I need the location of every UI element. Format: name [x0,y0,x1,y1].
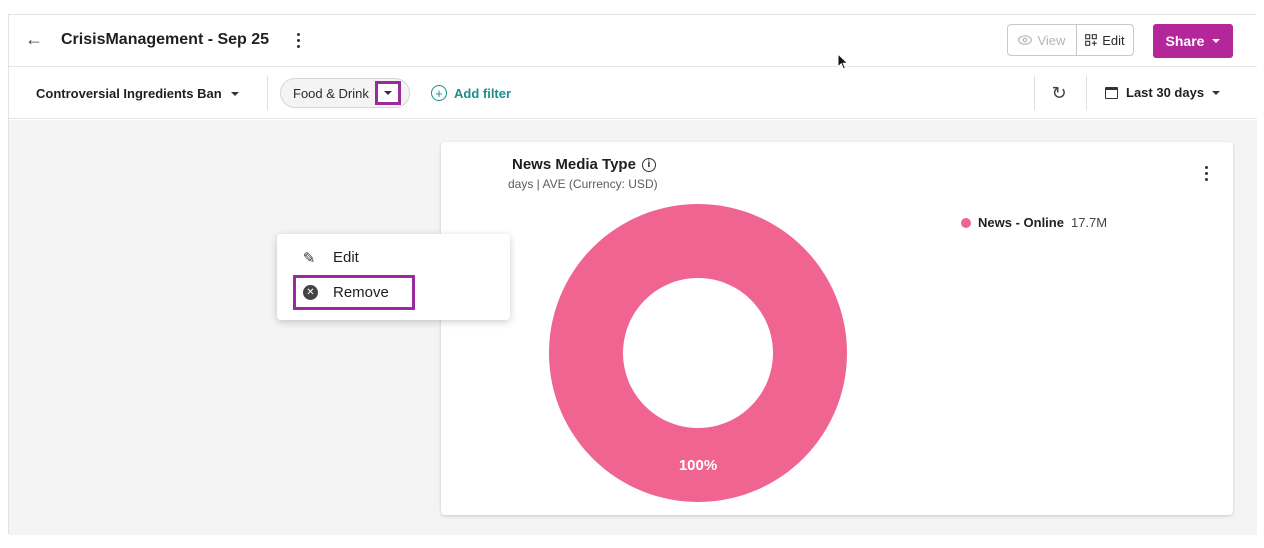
pencil-icon: ✎ [302,249,316,267]
dashboard-edit-icon [1085,34,1098,46]
add-circle-icon: + [431,85,447,101]
mouse-cursor-icon [837,53,849,70]
chevron-down-icon [1212,39,1221,43]
slice-percent-label: 100% [679,457,717,474]
topic-label: Controversial Ingredients Ban [36,86,222,101]
more-options-icon[interactable] [289,29,307,51]
page-title: CrisisManagement - Sep 25 [61,31,270,48]
filter-bar: Controversial Ingredients Ban Food & Dri… [9,68,1257,119]
widget-card: News Media Type i days | AVE (Currency: … [441,142,1233,515]
x-circle-icon: ✕ [303,285,318,300]
edit-button[interactable]: Edit [1077,25,1133,55]
refresh-icon[interactable]: ↻ [1049,83,1069,103]
filter-chip-menu: ✎ Edit ✕ Remove [277,234,510,320]
menu-item-remove[interactable]: ✕ Remove [293,275,415,310]
share-label: Share [1165,33,1205,49]
view-button[interactable]: View [1008,25,1077,55]
menu-item-label: Edit [333,249,359,266]
legend-value: 17.7M [1070,215,1108,230]
back-arrow-icon[interactable]: ← [23,28,45,50]
view-edit-toggle: View Edit [1007,24,1134,56]
divider [1034,76,1035,110]
chevron-down-icon [384,91,392,95]
filter-chip-dropdown-button[interactable] [375,81,401,105]
add-filter-label: Add filter [454,85,512,101]
donut-chart: 100% [549,204,847,502]
menu-item-edit[interactable]: ✎ Edit [301,249,359,267]
legend-item[interactable]: News - Online 17.7M [961,215,1107,230]
header: ← CrisisManagement - Sep 25 View Edit Sh… [9,15,1257,67]
info-icon[interactable]: i [641,157,656,172]
dashboard-canvas: News Media Type i days | AVE (Currency: … [9,120,1257,535]
chevron-down-icon [230,91,239,96]
legend-dot [961,217,971,228]
legend-label: News - Online [978,215,1064,230]
divider [267,76,268,110]
widget-menu-icon[interactable] [1199,162,1213,184]
widget-title-text: News Media Type [512,156,636,173]
share-button[interactable]: Share [1153,24,1233,58]
filter-chip-label: Food & Drink [293,85,369,101]
widget-subtitle: days | AVE (Currency: USD) [508,177,658,191]
add-filter-button[interactable]: + Add filter [431,85,511,101]
divider [1086,76,1087,110]
app-frame: ← CrisisManagement - Sep 25 View Edit Sh… [8,14,1257,535]
date-range-label: Last 30 days [1126,85,1205,100]
topic-selector[interactable]: Controversial Ingredients Ban [36,86,239,101]
edit-label: Edit [1102,32,1125,48]
date-range-selector[interactable]: Last 30 days [1105,85,1221,100]
menu-item-label: Remove [333,284,389,301]
view-label: View [1037,32,1066,48]
widget-title: News Media Type i [512,156,656,173]
calendar-icon [1105,86,1118,99]
chevron-down-icon [1212,90,1221,95]
eye-icon [1018,35,1033,45]
